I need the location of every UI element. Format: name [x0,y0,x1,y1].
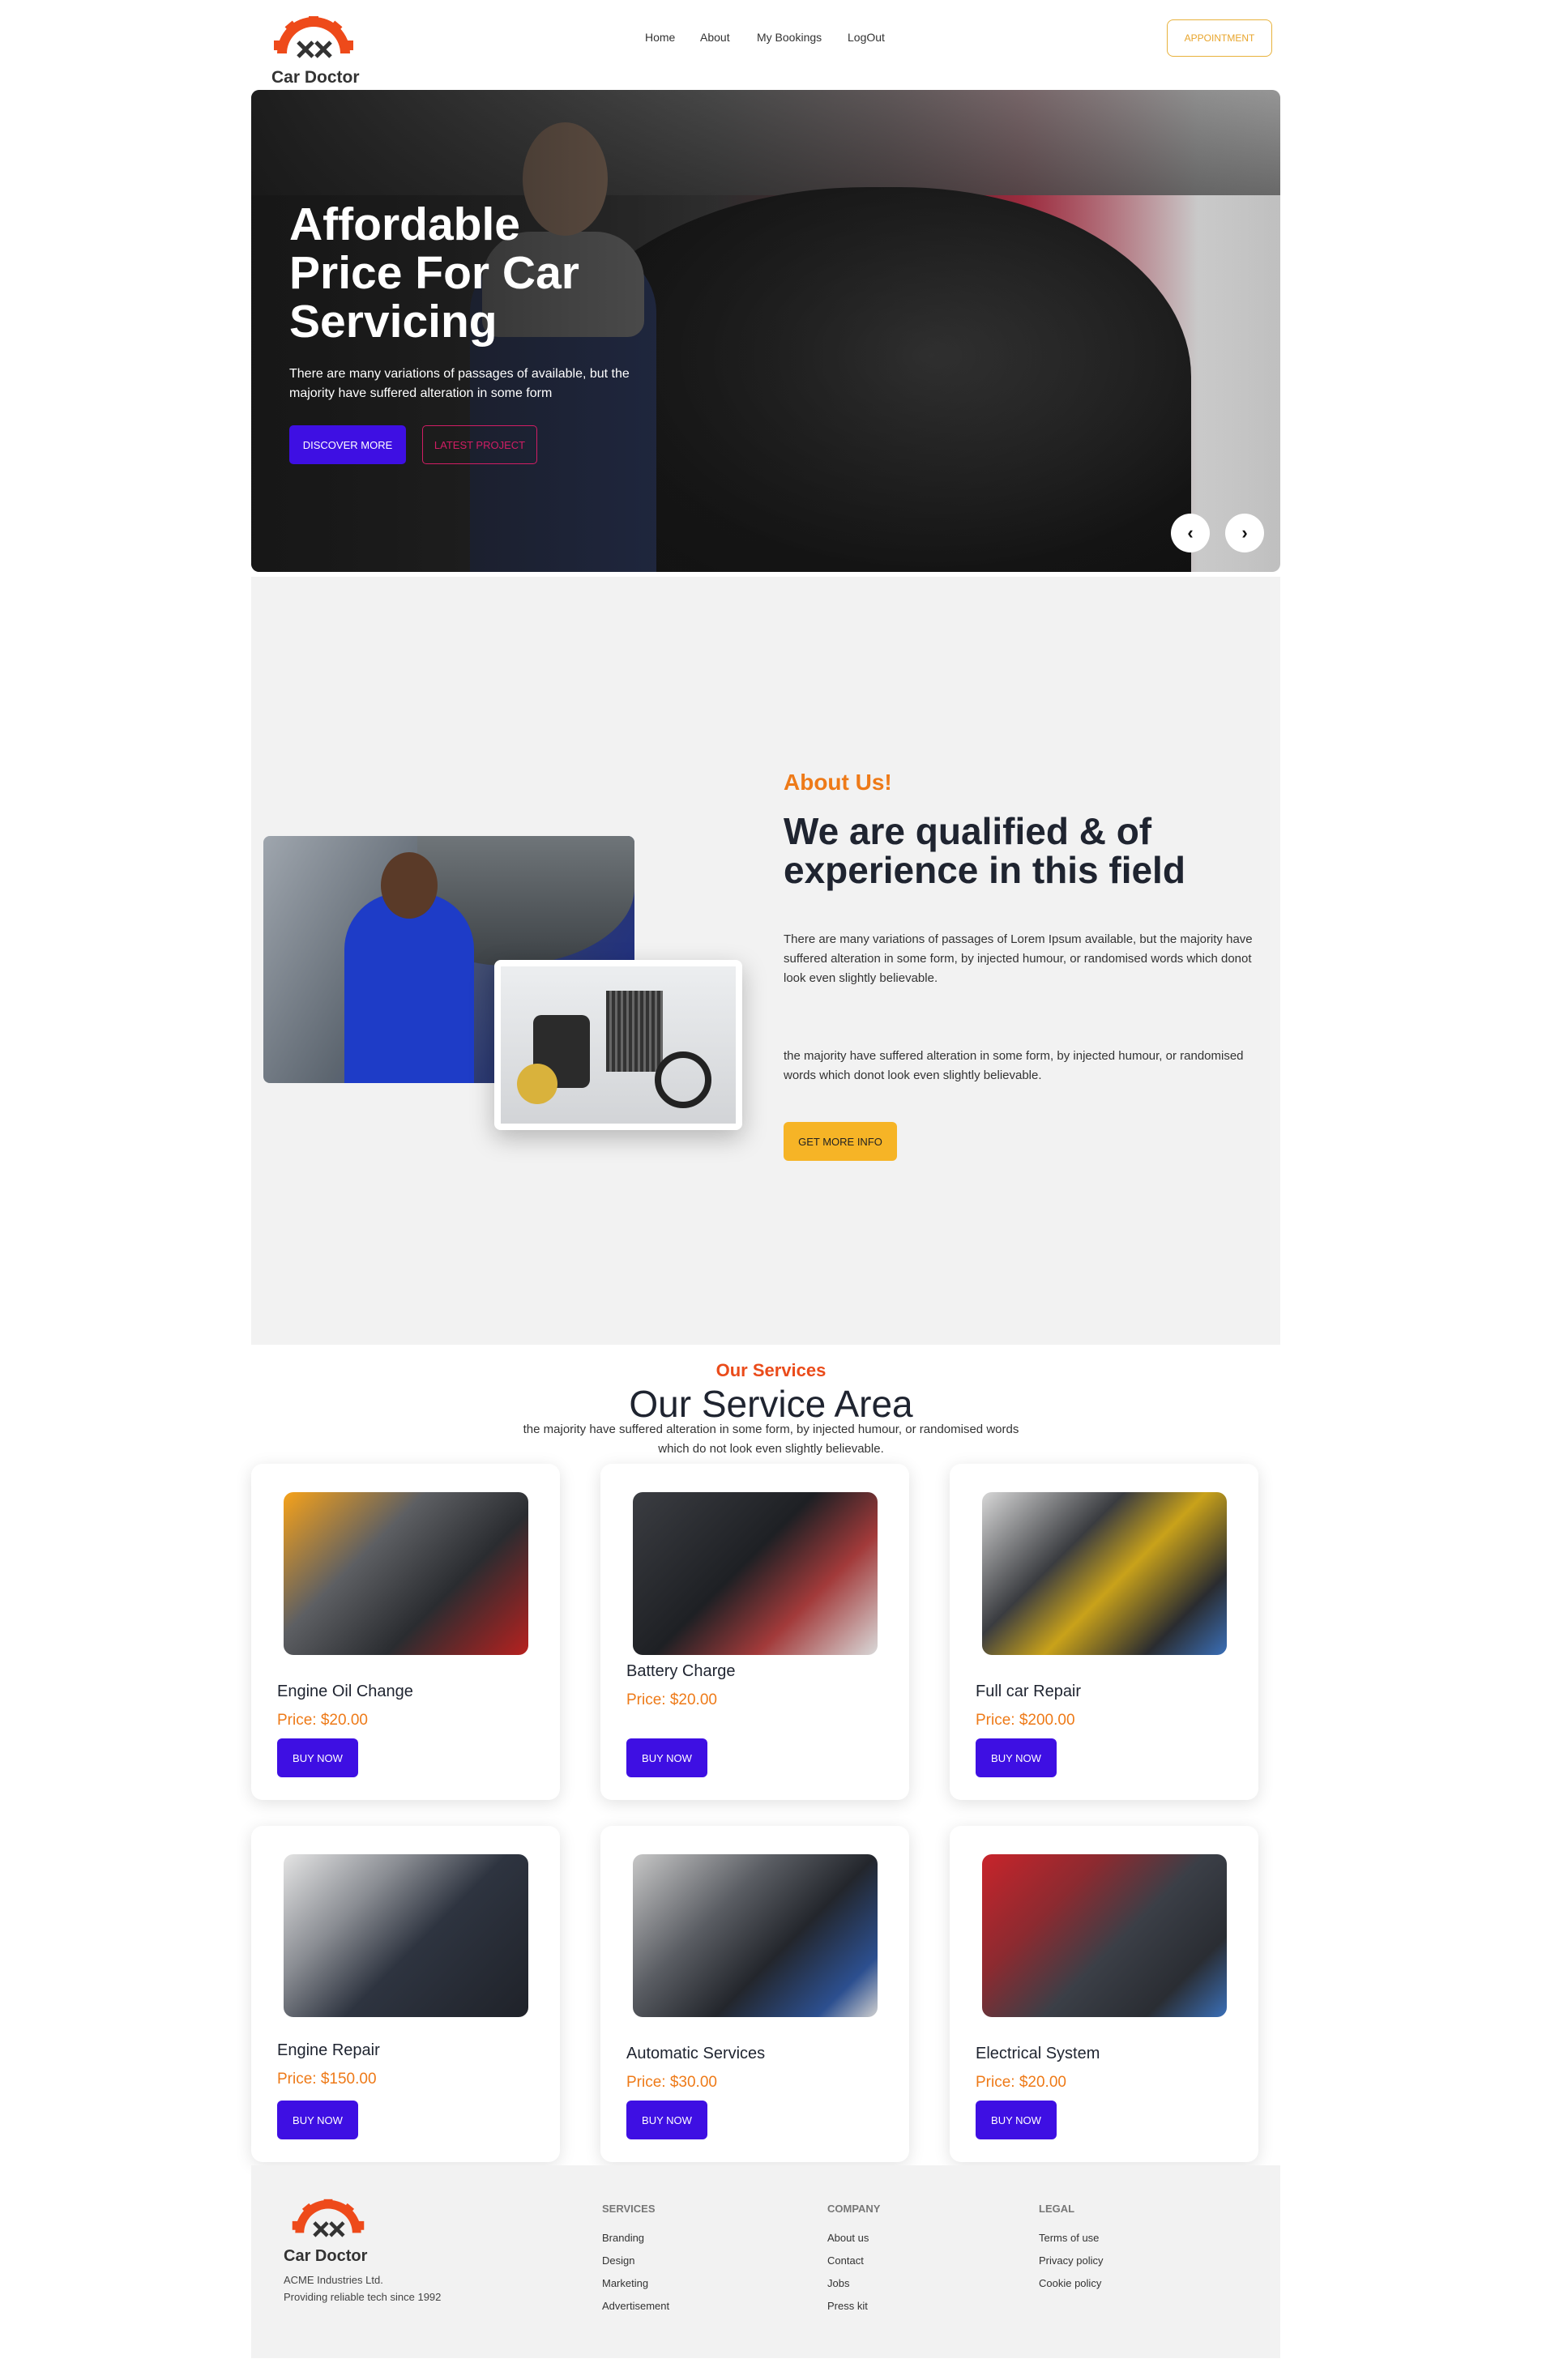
service-price: Price: $30.00 [626,2074,717,2091]
parts-belt [655,1051,711,1108]
about-title: We are qualified & of experience in this… [784,810,1185,891]
get-more-info-label: Get More Info [798,1135,882,1148]
service-image [284,1854,528,2017]
about-label: About Us! [784,770,892,795]
footer-logo[interactable] [284,2198,373,2247]
gear-wrench-logo-icon [274,16,353,58]
footer-link-terms-of-use[interactable]: Terms of use [1039,2232,1099,2244]
services-title: Our Service Area [629,1383,913,1425]
buy-now-label: Buy Now [991,1751,1041,1764]
service-card-engine-repair: Engine Repair Price: $150.00 Buy Now [251,1826,560,2162]
buy-now-button[interactable]: Buy Now [626,2101,707,2139]
footer-link-branding[interactable]: Branding [602,2232,644,2244]
footer-link-design[interactable]: Design [602,2254,634,2267]
service-name: Full car Repair [976,1683,1082,1700]
buy-now-label: Buy Now [293,2113,343,2126]
buy-now-button[interactable]: Buy Now [976,2101,1057,2139]
buy-now-label: Buy Now [293,1751,343,1764]
service-card-full-car-repair: Full car Repair Price: $200.00 Buy Now [950,1464,1258,1800]
nav-about[interactable]: About [700,31,730,44]
gear-wrench-logo-icon [292,2199,365,2237]
about-section: About Us! We are qualified & of experien… [251,577,1280,1345]
about-image-worker-head [381,852,438,919]
slider-next-button[interactable]: › [1225,514,1264,552]
service-card-engine-oil-change: Engine Oil Change Price: $20.00 Buy Now [251,1464,560,1800]
about-image-worker [344,893,474,1083]
footer-link-advertisement[interactable]: Advertisement [602,2300,669,2312]
parts-air-filter [606,991,663,1072]
service-image [633,1492,878,1655]
about-parts-image [494,960,742,1130]
appointment-button[interactable]: Appointment [1167,19,1272,57]
brand-name: Car Doctor [271,68,360,87]
footer-link-marketing[interactable]: Marketing [602,2277,648,2289]
service-name: Electrical System [976,2045,1100,2062]
service-card-automatic-services: Automatic Services Price: $30.00 Buy Now [600,1826,909,2162]
footer-link-about-us[interactable]: About us [827,2232,869,2244]
buy-now-button[interactable]: Buy Now [277,2101,358,2139]
chevron-left-icon: ‹ [1187,522,1194,543]
service-name: Battery Charge [626,1662,736,1680]
service-price: Price: $20.00 [626,1691,717,1708]
buy-now-button[interactable]: Buy Now [626,1738,707,1777]
service-card-battery-charge: Battery Charge Price: $20.00 Buy Now [600,1464,909,1800]
footer-tagline: Providing reliable tech since 1992 [284,2291,442,2303]
footer-brand-name: Car Doctor [284,2247,368,2265]
footer-heading-legal: Legal [1039,2203,1075,2215]
services-label: Our Services [715,1360,827,1380]
footer-link-contact[interactable]: Contact [827,2254,864,2267]
discover-more-button[interactable]: Discover More [289,425,406,464]
footer-company-line: ACME Industries Ltd. [284,2274,383,2286]
latest-project-button[interactable]: Latest Project [422,425,537,464]
service-price: Price: $150.00 [277,2071,377,2088]
footer-link-jobs[interactable]: Jobs [827,2277,849,2289]
nav-my-bookings[interactable]: My Bookings [757,31,822,44]
footer-link-privacy-policy[interactable]: Privacy policy [1039,2254,1103,2267]
about-paragraph-2: the majority have suffered alteration in… [784,1049,1244,1082]
service-price: Price: $200.00 [976,1712,1075,1729]
hero-subtitle: There are many variations of passages of… [289,367,630,400]
footer-heading-company: Company [827,2203,881,2215]
buy-now-label: Buy Now [642,1751,692,1764]
service-name: Automatic Services [626,2045,766,2062]
buy-now-button[interactable]: Buy Now [277,1738,358,1777]
footer-heading-services: Services [602,2203,656,2215]
latest-project-label: Latest Project [434,438,526,451]
hero-banner: Affordable Price For Car Servicing There… [251,90,1280,572]
footer-link-press-kit[interactable]: Press kit [827,2300,868,2312]
buy-now-label: Buy Now [642,2113,692,2126]
nav-logout[interactable]: LogOut [848,31,885,44]
brand-logo[interactable]: Car Doctor [269,15,366,89]
service-image [982,1854,1227,2017]
service-image [982,1492,1227,1655]
service-image [633,1854,878,2017]
service-image [284,1492,528,1655]
service-card-electrical-system: Electrical System Price: $20.00 Buy Now [950,1826,1258,2162]
hero-title: Affordable Price For Car Servicing [289,198,579,348]
chevron-right-icon: › [1241,522,1248,543]
footer: Car Doctor ACME Industries Ltd. Providin… [251,2165,1280,2358]
buy-now-button[interactable]: Buy Now [976,1738,1057,1777]
service-price: Price: $20.00 [277,1712,368,1729]
footer-link-cookie-policy[interactable]: Cookie policy [1039,2277,1101,2289]
parts-oil-filter [517,1064,557,1104]
get-more-info-button[interactable]: Get More Info [784,1122,897,1161]
service-name: Engine Repair [277,2041,380,2059]
service-price: Price: $20.00 [976,2074,1066,2091]
nav-home[interactable]: Home [645,31,675,44]
slider-prev-button[interactable]: ‹ [1171,514,1210,552]
discover-more-label: Discover More [302,438,393,451]
buy-now-label: Buy Now [991,2113,1041,2126]
service-name: Engine Oil Change [277,1683,413,1700]
about-paragraph-1: There are many variations of passages of… [784,932,1253,985]
services-subtitle: the majority have suffered alteration in… [523,1422,1019,1456]
